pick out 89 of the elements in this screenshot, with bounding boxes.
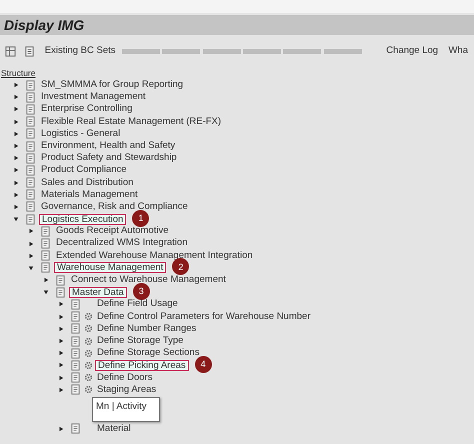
expand-arrow-icon[interactable]: [58, 301, 64, 308]
expand-arrow-icon[interactable]: [28, 240, 34, 247]
document-icon: [70, 298, 81, 310]
collapse-arrow-icon[interactable]: [28, 264, 34, 271]
document-icon: [70, 360, 81, 371]
tree-item[interactable]: SM_SMMMA for Group Reporting: [39, 79, 186, 92]
tree-item[interactable]: Decentralized WMS Integration: [54, 237, 190, 250]
tree-item[interactable]: Sales and Distribution: [39, 176, 136, 189]
document-icon: [25, 92, 36, 103]
expand-arrow-icon[interactable]: [58, 326, 64, 332]
number-badge: 2: [172, 258, 190, 276]
toolbar-button[interactable]: Change Log: [382, 44, 442, 58]
tree-item[interactable]: Material: [95, 422, 133, 436]
tree-item[interactable]: Define Storage Type: [95, 334, 186, 348]
tree-item[interactable]: Goods Receipt Automotive: [54, 225, 170, 238]
document-icon: [24, 46, 36, 56]
tree-item[interactable]: Materials Management: [39, 188, 140, 201]
window-title: Display IMG: [4, 17, 84, 33]
expand-arrow-icon[interactable]: [28, 228, 34, 234]
document-icon: [25, 201, 36, 212]
tree-item[interactable]: Flexible Real Estate Management (RE-FX): [39, 116, 224, 128]
structure-label: Structure: [0, 67, 36, 79]
tree-item[interactable]: Environment, Health and Safety: [39, 140, 178, 152]
expand-arrow-icon[interactable]: [13, 106, 19, 112]
document-icon: [25, 116, 36, 128]
tree-item[interactable]: Enterprise Controlling: [39, 103, 134, 116]
document-icon: [25, 140, 36, 152]
tree-item[interactable]: Investment Management: [39, 91, 148, 104]
tree-item[interactable]: Define Number Ranges: [95, 322, 198, 335]
document-icon: [70, 323, 81, 334]
number-badge: 1: [132, 210, 150, 227]
tree-item[interactable]: Staging Areas: [95, 384, 158, 396]
document-icon: [25, 177, 36, 188]
expand-arrow-icon[interactable]: [58, 350, 64, 356]
document-icon: [55, 274, 66, 286]
expand-arrow-icon[interactable]: [13, 118, 19, 125]
tree-item[interactable]: Master Data: [69, 286, 127, 298]
expand-arrow-icon[interactable]: [13, 204, 19, 210]
tree-item[interactable]: Logistics - General: [39, 128, 122, 140]
tree-item[interactable]: Define Picking Areas: [95, 360, 189, 371]
document-icon: [25, 164, 36, 176]
document-icon: [55, 286, 66, 298]
document-icon: [40, 262, 51, 274]
document-icon: [70, 423, 81, 434]
document-icon: [70, 336, 81, 347]
toolbar-button[interactable]: Existing BC Sets: [40, 44, 120, 58]
expand-arrow-icon[interactable]: [13, 155, 19, 162]
document-icon: [70, 311, 81, 322]
document-icon: [25, 128, 36, 140]
document-icon: [25, 214, 36, 225]
tree-item[interactable]: Define Doors: [95, 372, 154, 384]
number-badge: 3: [132, 282, 150, 300]
document-icon: [40, 238, 51, 250]
document-icon: [25, 104, 36, 115]
expand-arrow-icon[interactable]: [58, 338, 64, 344]
expand-arrow-icon[interactable]: [13, 130, 19, 137]
document-icon: [25, 80, 36, 91]
document-icon: [25, 189, 36, 200]
document-icon: [70, 372, 81, 384]
document-icon: [70, 384, 81, 396]
expand-arrow-icon[interactable]: [43, 277, 49, 284]
document-icon: [40, 250, 51, 262]
grid-icon: [5, 46, 16, 56]
expand-arrow-icon[interactable]: [58, 426, 64, 432]
tree-item[interactable]: Define Control Parameters for Warehouse Number: [95, 310, 312, 323]
tree-item[interactable]: Product Safety and Stewardship: [39, 152, 179, 164]
context-popup[interactable]: Mn | Activity: [92, 396, 160, 422]
expand-arrow-icon[interactable]: [58, 362, 64, 368]
collapse-arrow-icon[interactable]: [13, 216, 19, 222]
tree-item[interactable]: Logistics Execution: [39, 214, 126, 225]
expand-arrow-icon[interactable]: [58, 386, 64, 393]
expand-arrow-icon[interactable]: [13, 143, 19, 150]
expand-arrow-icon[interactable]: [13, 82, 19, 88]
tree-item[interactable]: Product Compliance: [39, 164, 129, 177]
expand-arrow-icon[interactable]: [13, 192, 19, 198]
document-icon: [25, 152, 36, 164]
expand-arrow-icon[interactable]: [13, 180, 19, 186]
expand-arrow-icon[interactable]: [13, 94, 19, 100]
document-icon: [70, 348, 81, 359]
document-icon: [40, 226, 51, 237]
expand-arrow-icon[interactable]: [28, 252, 34, 259]
tree-item[interactable]: Warehouse Management: [54, 262, 166, 274]
expand-arrow-icon[interactable]: [58, 374, 64, 381]
expand-arrow-icon[interactable]: [58, 314, 64, 320]
number-badge: 4: [194, 356, 212, 373]
toolbar-button[interactable]: Wha: [444, 44, 472, 58]
tree-item[interactable]: Define Field Usage: [95, 298, 180, 311]
collapse-arrow-icon[interactable]: [43, 289, 49, 296]
expand-arrow-icon[interactable]: [13, 167, 19, 174]
